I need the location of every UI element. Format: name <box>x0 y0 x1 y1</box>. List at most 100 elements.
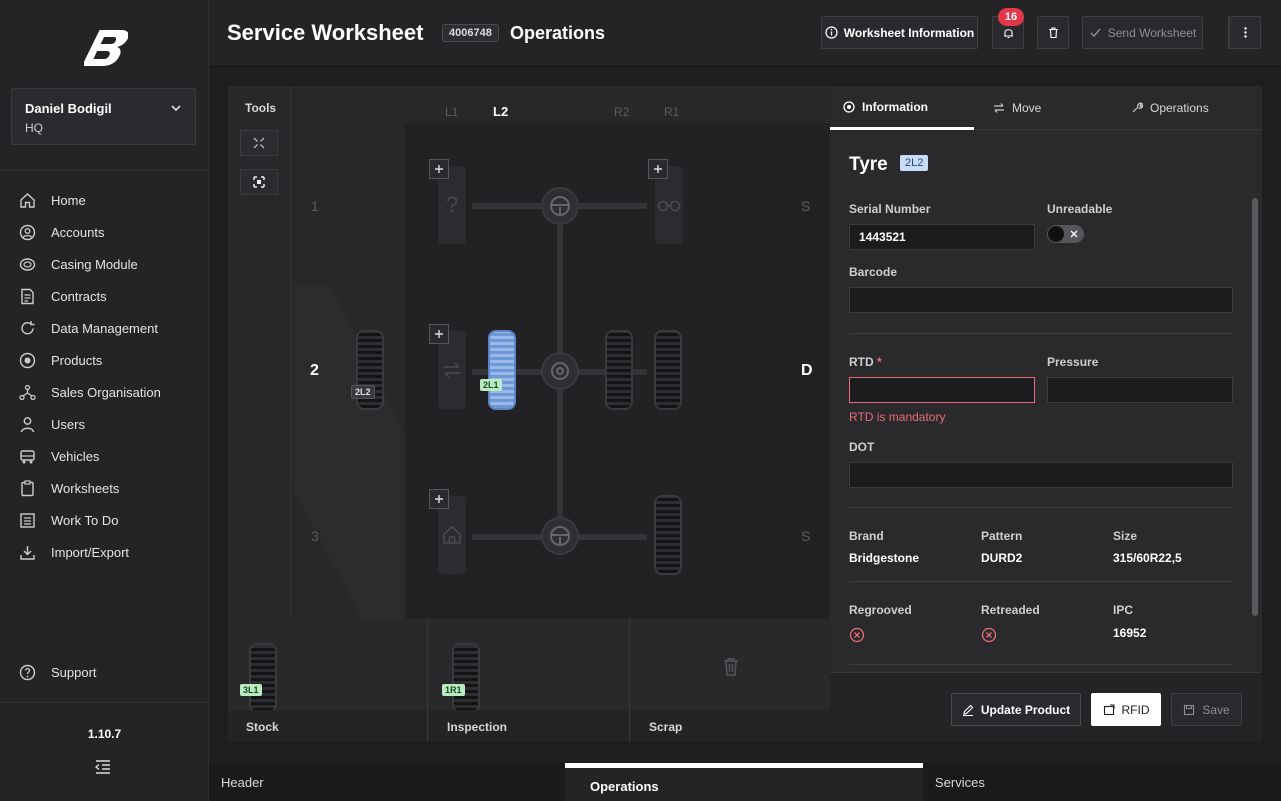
unreadable-toggle[interactable] <box>1047 225 1084 243</box>
tab-services[interactable]: Services <box>935 763 1235 801</box>
add-tyre-button[interactable] <box>429 324 449 344</box>
nav-label: Users <box>51 416 85 432</box>
tab-label: Move <box>1012 101 1042 115</box>
tyre-axle3-r1[interactable] <box>654 495 682 575</box>
panel-heading: Tyre <box>849 154 888 175</box>
rfid-icon <box>1103 703 1115 715</box>
tools-panel: Tools <box>228 86 291 619</box>
side-label-s: S <box>801 198 811 214</box>
nav-label: Home <box>51 192 86 208</box>
tab-information[interactable]: Information <box>830 86 974 130</box>
position-tag: 1R1 <box>442 684 465 696</box>
steering-hub <box>541 187 579 225</box>
refresh-icon <box>21 320 35 334</box>
brand-value: Bridgestone <box>849 551 920 565</box>
panel-footer: Update Product RFID Save <box>830 672 1262 742</box>
inspection-tyre[interactable] <box>452 643 480 713</box>
clipboard-icon <box>21 479 34 496</box>
stock-tyre[interactable] <box>249 643 277 713</box>
serial-number-input[interactable]: 1443521 <box>849 224 1035 250</box>
row-label-2: 2 <box>310 362 319 379</box>
position-tag: 3L1 <box>240 684 262 696</box>
nav-item-vehicles[interactable]: Vehicles <box>0 440 209 472</box>
divider <box>849 664 1233 665</box>
nav-item-casing-module[interactable]: Casing Module <box>0 248 209 280</box>
tab-operations[interactable]: Operations <box>1118 86 1262 130</box>
save-button[interactable]: Save <box>1171 693 1242 726</box>
send-worksheet-button[interactable]: Send Worksheet <box>1082 16 1203 49</box>
drive-hub <box>541 352 579 390</box>
nav-item-support[interactable]: Support <box>19 664 97 681</box>
swap-icon <box>444 362 460 378</box>
nav-item-products[interactable]: Products <box>0 344 209 376</box>
update-product-button[interactable]: Update Product <box>951 693 1081 726</box>
button-label: Worksheet Information <box>843 25 975 40</box>
tab-header[interactable]: Header <box>221 763 521 801</box>
user-circle-icon <box>19 224 36 240</box>
tab-move[interactable]: Move <box>980 86 1116 130</box>
barcode-input[interactable] <box>849 287 1233 313</box>
barcode-label: Barcode <box>849 265 898 279</box>
nav-item-data-management[interactable]: Data Management <box>0 312 209 344</box>
diagonal-shading <box>292 286 405 619</box>
header-bar: Service Worksheet 4006748 Operations Wor… <box>209 0 1281 67</box>
tab-operations-bottom[interactable]: Operations <box>565 763 923 801</box>
pressure-input[interactable] <box>1047 377 1233 403</box>
worksheet-id-badge: 4006748 <box>442 24 499 42</box>
nav-item-users[interactable]: Users <box>0 408 209 440</box>
add-tyre-button[interactable] <box>429 159 449 179</box>
section-title: Operations <box>510 23 606 43</box>
bell-icon <box>1003 29 1013 39</box>
nav-item-home[interactable]: Home <box>0 184 209 216</box>
inspection-bin[interactable]: 1R1 Inspection <box>429 619 630 742</box>
close-icon <box>1070 230 1078 238</box>
nav-item-sales-organisation[interactable]: Sales Organisation <box>0 376 209 408</box>
tyre-position-badge: 2L2 <box>900 155 929 171</box>
nav-item-contracts[interactable]: Contracts <box>0 280 209 312</box>
nav-label: Accounts <box>51 224 105 240</box>
add-tyre-button[interactable] <box>648 159 668 179</box>
user-selector[interactable]: Daniel Bodigil HQ <box>11 88 196 145</box>
expand-tool-button[interactable] <box>240 169 278 195</box>
dot-input[interactable] <box>849 462 1233 488</box>
pattern-value: DURD2 <box>981 551 1023 565</box>
nav-item-worksheets[interactable]: Worksheets <box>0 472 209 504</box>
tyre-r2[interactable] <box>605 330 633 410</box>
plus-icon <box>435 165 443 173</box>
nav-item-work-to-do[interactable]: Work To Do <box>0 504 209 536</box>
question-icon: ? <box>445 192 459 217</box>
rtd-input[interactable] <box>849 377 1035 403</box>
app-version: 1.10.7 <box>87 727 122 741</box>
collapse-tool-button[interactable] <box>240 130 278 156</box>
nav-label: Vehicles <box>51 448 100 464</box>
delete-worksheet-button[interactable] <box>1037 16 1069 49</box>
selected-tyre[interactable] <box>488 330 516 410</box>
chevron-down-icon <box>171 105 181 112</box>
user-icon <box>20 416 35 432</box>
casing-icon <box>19 257 36 271</box>
help-icon <box>19 664 36 681</box>
unreadable-label: Unreadable <box>1047 202 1113 216</box>
panel-scrollbar[interactable] <box>1252 198 1258 616</box>
engine-icon <box>551 362 569 380</box>
add-tyre-button[interactable] <box>429 489 449 509</box>
bridgestone-logo[interactable] <box>84 28 128 68</box>
tab-label: Information <box>862 99 928 114</box>
nav-item-accounts[interactable]: Accounts <box>0 216 209 248</box>
column-label-r2: R2 <box>614 105 630 119</box>
tyre-r1[interactable] <box>654 330 682 410</box>
more-options-button[interactable] <box>1229 16 1261 49</box>
worksheet-information-button[interactable]: Worksheet Information <box>821 16 978 49</box>
axle-diagram: L1 L2 R2 R1 1 2 3 S D S ? 2L2 2L1 <box>292 86 830 619</box>
stock-bin[interactable]: 3L1 Stock <box>228 619 428 742</box>
scrap-bin[interactable]: Scrap <box>631 619 830 742</box>
rfid-button[interactable]: RFID <box>1091 693 1161 726</box>
collapse-menu-icon[interactable] <box>94 759 112 775</box>
column-label-l1: L1 <box>445 105 459 119</box>
pencil-icon <box>962 704 974 716</box>
button-label: Update Product <box>980 702 1071 717</box>
nav-item-import-export[interactable]: Import/Export <box>0 536 209 568</box>
pressure-label: Pressure <box>1047 355 1099 369</box>
tab-label: Operations <box>1150 101 1209 115</box>
bin-label: Stock <box>246 720 279 734</box>
